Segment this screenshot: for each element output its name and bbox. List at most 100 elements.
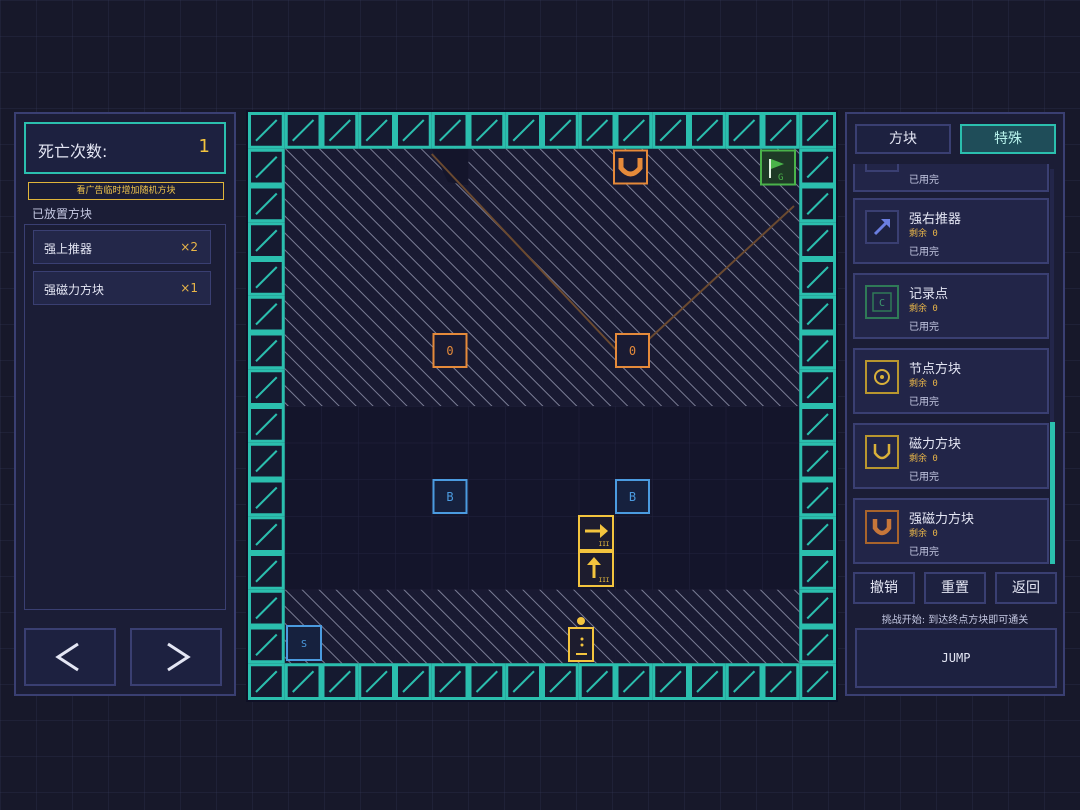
wall-tile xyxy=(248,222,285,259)
inventory-card[interactable]: C 记录点 剩余 0 已用完 xyxy=(853,273,1049,339)
bouncer-block[interactable]: B xyxy=(432,479,468,514)
svg-text:C: C xyxy=(879,298,885,309)
inventory-card[interactable]: 已用完 xyxy=(853,164,1049,192)
inventory-card[interactable]: 节点方块 剩余 0 已用完 xyxy=(853,348,1049,414)
death-count-value: 1 xyxy=(198,136,210,157)
wall-tile xyxy=(578,663,616,700)
wall-tile xyxy=(248,553,285,590)
wall-tile xyxy=(578,112,616,149)
wall-tile xyxy=(799,222,836,259)
game-board[interactable]: G 0 0 B B III III S xyxy=(246,110,838,702)
list-item[interactable]: 强上推器 ×2 xyxy=(33,230,211,264)
board-canvas[interactable]: G 0 0 B B III III S xyxy=(248,112,836,700)
inventory-card[interactable]: 强右推器 剩余 0 已用完 xyxy=(853,198,1049,264)
inventory-item-name: 节点方块 xyxy=(909,362,962,377)
right-pusher-block[interactable]: III xyxy=(578,515,614,551)
death-counter-box: 死亡次数: 1 xyxy=(24,122,226,174)
ad-bonus-button[interactable]: 看广告临时增加随机方块 xyxy=(28,182,224,200)
wall-tile xyxy=(248,112,285,149)
wall-tile xyxy=(248,663,285,700)
inventory-item-status: 已用完 xyxy=(909,547,939,558)
start-label: S xyxy=(301,639,307,650)
tab-blocks[interactable]: 方块 xyxy=(855,124,951,154)
wall-tile xyxy=(615,112,653,149)
undo-button[interactable]: 撤销 xyxy=(853,572,915,604)
wall-tile xyxy=(799,626,836,664)
goal-block: G xyxy=(760,149,796,186)
wall-tile xyxy=(799,516,836,553)
bouncer-label: B xyxy=(629,490,636,504)
prev-button[interactable] xyxy=(24,628,116,686)
bouncer-label: B xyxy=(446,490,453,504)
pusher-tag: III xyxy=(599,541,610,548)
wall-tile xyxy=(542,663,579,700)
wall-tile xyxy=(468,663,506,700)
inventory-item-name: 记录点 xyxy=(909,287,949,302)
wall-tile xyxy=(505,663,542,700)
wall-tile xyxy=(799,406,836,443)
wall-tile xyxy=(799,442,836,480)
strong-magnet-block[interactable] xyxy=(613,149,648,185)
wall-tile xyxy=(248,479,285,517)
inventory-item-status: 已用完 xyxy=(909,322,939,333)
wall-tile xyxy=(248,516,285,553)
wall-tile xyxy=(358,112,395,149)
placed-item-qty: ×1 xyxy=(180,281,198,295)
wall-tile xyxy=(321,663,359,700)
wall-tile xyxy=(248,626,285,664)
placed-blocks-heading: 已放置方块 xyxy=(32,207,93,221)
wall-tile xyxy=(468,112,506,149)
reset-button[interactable]: 重置 xyxy=(924,572,986,604)
wall-tile xyxy=(689,112,726,149)
wall-tile xyxy=(799,663,836,700)
list-item[interactable]: 强磁力方块 ×1 xyxy=(33,271,211,305)
placed-item-name: 强上推器 xyxy=(44,242,93,256)
zero-label: 0 xyxy=(629,344,636,358)
hint-text: 挑战开始: 到达终点方块即可通关 xyxy=(881,615,1029,626)
inventory-card[interactable]: 强磁力方块 剩余 0 已用完 xyxy=(853,498,1049,564)
wall-tile xyxy=(395,663,432,700)
up-pusher-block[interactable]: III xyxy=(578,551,614,587)
wall-tile xyxy=(689,663,726,700)
pusher-tag: III xyxy=(599,577,610,584)
wall-tile xyxy=(248,148,285,186)
left-panel: 死亡次数: 1 看广告临时增加随机方块 已放置方块 强上推器 ×2 强磁力方块 … xyxy=(14,112,236,696)
wall-tile xyxy=(725,112,763,149)
back-button[interactable]: 返回 xyxy=(995,572,1057,604)
wall-tile xyxy=(358,663,395,700)
wall-tile xyxy=(799,589,836,627)
tab-special[interactable]: 特殊 xyxy=(960,124,1056,154)
wall-tile xyxy=(799,185,836,223)
wall-tile xyxy=(799,332,836,370)
death-count-label: 死亡次数: xyxy=(38,142,108,161)
wall-tile xyxy=(615,663,653,700)
wall-tile xyxy=(284,112,322,149)
wall-tile xyxy=(395,112,432,149)
inventory-card[interactable]: 磁力方块 剩余 0 已用完 xyxy=(853,423,1049,489)
strong-magnet-icon xyxy=(865,510,899,544)
scrollbar-thumb[interactable] xyxy=(1050,422,1055,564)
placed-blocks-list: 强上推器 ×2 强磁力方块 ×1 xyxy=(24,224,226,610)
wall-tile xyxy=(248,185,285,223)
wall-tile xyxy=(248,589,285,627)
zero-block[interactable]: 0 xyxy=(615,333,650,368)
inventory-item-status: 已用完 xyxy=(909,397,939,408)
wall-tile xyxy=(248,369,285,406)
wall-tile xyxy=(799,369,836,406)
zero-block[interactable]: 0 xyxy=(432,333,468,368)
wall-tile xyxy=(248,295,285,333)
wall-tile xyxy=(542,112,579,149)
bouncer-block[interactable]: B xyxy=(615,479,650,514)
inventory-item-status: 已用完 xyxy=(909,247,939,258)
chevron-left-icon xyxy=(55,642,79,672)
inventory-item-status: 已用完 xyxy=(909,472,939,483)
wall-tile xyxy=(799,295,836,333)
wall-tile xyxy=(505,112,542,149)
next-button[interactable] xyxy=(130,628,222,686)
wall-tile xyxy=(762,663,800,700)
inventory-item-remaining: 剩余 0 xyxy=(909,529,938,539)
wall-tile xyxy=(431,112,469,149)
wall-tile xyxy=(431,663,469,700)
jump-button[interactable]: JUMP xyxy=(855,628,1057,688)
wall-tile xyxy=(652,663,689,700)
